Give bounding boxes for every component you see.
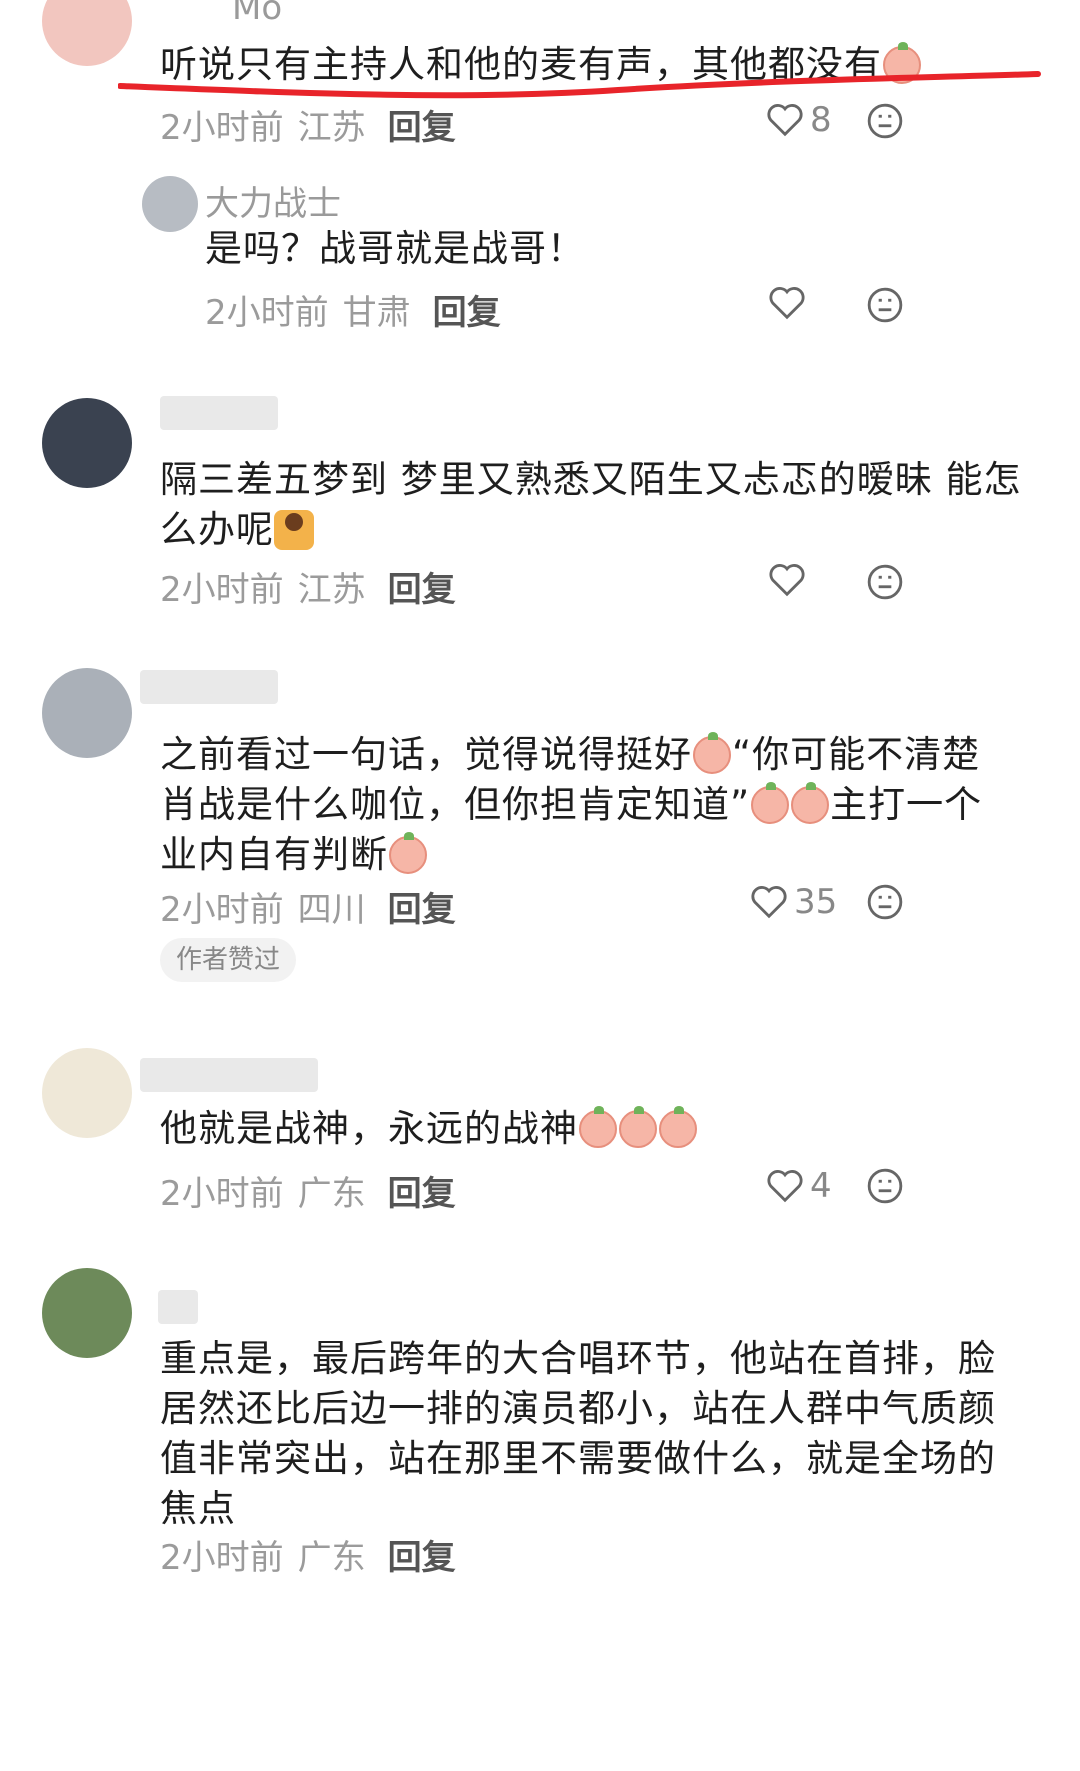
like-count: 35 bbox=[794, 882, 838, 922]
heart-outline-icon bbox=[751, 886, 787, 919]
username[interactable]: 大力战士 bbox=[205, 176, 341, 225]
emoji-face-icon[interactable] bbox=[866, 883, 904, 921]
like-count: 8 bbox=[810, 100, 832, 140]
like-button[interactable]: 8 bbox=[766, 100, 832, 140]
peach-emoji-icon bbox=[659, 1106, 697, 1148]
emoji-face-icon[interactable] bbox=[866, 286, 904, 324]
emoji-face-icon[interactable] bbox=[866, 102, 904, 140]
comment-meta: 2小时前 江苏 回复 bbox=[160, 570, 456, 610]
comment-text: 重点是，最后跨年的大合唱环节，他站在首排，脸 居然还比后边一排的演员都小，站在人… bbox=[160, 1337, 996, 1530]
red-underline-annotation bbox=[118, 71, 1041, 99]
comment-meta: 2小时前 四川 回复 bbox=[160, 890, 456, 930]
like-button[interactable] bbox=[768, 285, 806, 321]
like-button[interactable]: 4 bbox=[766, 1166, 832, 1206]
username-redacted bbox=[160, 396, 278, 430]
username-redacted bbox=[140, 670, 278, 704]
reply-button[interactable]: 回复 bbox=[388, 890, 456, 930]
like-button[interactable] bbox=[768, 562, 806, 598]
reply-button[interactable]: 回复 bbox=[388, 570, 456, 610]
avatar[interactable] bbox=[42, 1048, 132, 1138]
comment-text: 他就是战神，永远的战神 bbox=[160, 1104, 1030, 1154]
comment-meta: 2小时前 广东 回复 bbox=[160, 1174, 456, 1214]
reply-button[interactable]: 回复 bbox=[433, 293, 501, 333]
username-redacted bbox=[158, 1290, 198, 1324]
reply-button[interactable]: 回复 bbox=[388, 108, 456, 148]
reply-button[interactable]: 回复 bbox=[388, 1174, 456, 1214]
peach-heart-eyes-emoji-icon bbox=[619, 1106, 657, 1148]
username-redacted bbox=[140, 1058, 318, 1092]
username[interactable]: Mo bbox=[232, 0, 282, 28]
comment-meta: 2小时前 江苏 回复 bbox=[160, 108, 456, 148]
avatar[interactable] bbox=[42, 0, 132, 66]
peach-kiss-emoji-icon bbox=[579, 1106, 617, 1148]
comment-text: 之前看过一句话，觉得说得挺好 “你可能不清楚 肖战是什么咖位，但你担肯定知道” 主打… bbox=[160, 732, 983, 876]
comment-meta: 2小时前 甘肃 回复 bbox=[205, 293, 501, 333]
avatar[interactable] bbox=[142, 176, 198, 232]
like-button[interactable]: 35 bbox=[750, 882, 837, 922]
peach-emoji-icon bbox=[693, 732, 731, 774]
avatar[interactable] bbox=[42, 398, 132, 488]
heart-outline-icon bbox=[769, 287, 805, 320]
emoji-face-icon[interactable] bbox=[866, 1167, 904, 1205]
reply-button[interactable]: 回复 bbox=[388, 1538, 456, 1578]
comment-text: 隔三差五梦到 梦里又熟悉又陌生又忐忑的暧昧 能怎 么办呢 bbox=[160, 458, 1022, 551]
peach-emoji-icon bbox=[389, 832, 427, 874]
avatar[interactable] bbox=[42, 668, 132, 758]
emoji-face-icon[interactable] bbox=[866, 563, 904, 601]
shrug-emoji-icon bbox=[274, 510, 314, 550]
heart-outline-icon bbox=[767, 1170, 803, 1203]
heart-outline-icon bbox=[767, 104, 803, 137]
peach-cry-emoji-icon bbox=[791, 782, 830, 824]
author-liked-badge: 作者赞过 bbox=[160, 938, 297, 982]
comment-text: 是吗？战哥就是战哥！ bbox=[205, 227, 585, 270]
comment-meta: 2小时前 广东 回复 bbox=[160, 1538, 456, 1578]
like-count: 4 bbox=[810, 1166, 832, 1206]
avatar[interactable] bbox=[42, 1268, 132, 1358]
peach-cry-emoji-icon bbox=[751, 782, 790, 824]
heart-outline-icon bbox=[769, 564, 805, 597]
